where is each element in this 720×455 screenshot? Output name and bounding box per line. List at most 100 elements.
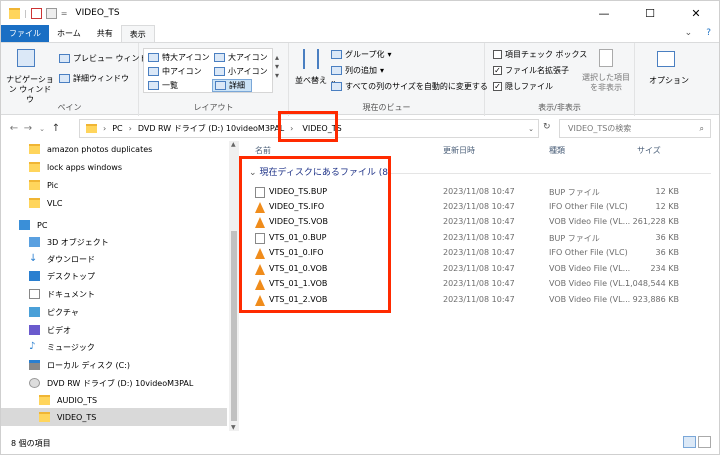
ribbon-collapse-icon[interactable]: ⌄ xyxy=(679,25,699,42)
nav-item-local-disk[interactable]: ローカル ディスク (C:) xyxy=(1,356,130,374)
new-folder-icon[interactable] xyxy=(45,7,57,19)
nav-scrollbar[interactable]: ▲ ▼ xyxy=(229,141,239,431)
search-icon: ⌕ xyxy=(699,123,704,133)
nav-item-video-ts[interactable]: VIDEO_TS xyxy=(1,408,227,426)
navigation-pane-icon xyxy=(17,49,35,67)
disk-icon xyxy=(29,360,40,370)
nav-item-pic[interactable]: Pic xyxy=(1,176,58,194)
explorer-window: | = VIDEO_TS — ☐ ✕ ファイル ホーム 共有 表示 ⌄ ? ナビ… xyxy=(0,0,720,455)
nav-item-documents[interactable]: ドキュメント xyxy=(1,285,95,303)
nav-scrollbar-thumb[interactable] xyxy=(231,231,237,421)
group-by-button[interactable]: グループ化 ▾ xyxy=(331,49,392,60)
details-pane-button[interactable]: 詳細ウィンドウ xyxy=(59,73,129,84)
options-group: オプション xyxy=(635,43,699,116)
navigation-pane-button[interactable]: ナビゲーション ウィンドウ xyxy=(5,75,55,105)
desktop-icon xyxy=(29,271,40,281)
chevron-right-icon: › xyxy=(103,124,107,133)
nav-item-vlc[interactable]: VLC xyxy=(1,194,63,212)
scroll-down-icon[interactable]: ▼ xyxy=(231,424,236,431)
properties-icon[interactable] xyxy=(30,7,42,19)
details-pane-icon xyxy=(59,74,70,83)
medium-icons-icon xyxy=(148,67,159,76)
checkbox-checked[interactable]: ✓ xyxy=(493,66,502,75)
pane-group: ナビゲーション ウィンドウ プレビュー ウィンドウ 詳細ウィンドウ ペイン xyxy=(1,43,156,116)
nav-item-videos[interactable]: ビデオ xyxy=(1,321,71,339)
options-button[interactable]: オプション xyxy=(649,75,689,86)
refresh-icon[interactable]: ↻ xyxy=(543,122,551,132)
forward-icon[interactable]: → xyxy=(21,123,35,134)
tab-home[interactable]: ホーム xyxy=(49,25,89,42)
layout-medium[interactable]: 中アイコン xyxy=(148,66,202,77)
layout-gallery: 特大アイコン 大アイコン 中アイコン 小アイコン 一覧 詳細 xyxy=(143,48,273,93)
layout-details[interactable]: 詳細 xyxy=(212,79,252,92)
minimize-button[interactable]: — xyxy=(581,1,627,25)
pane-group-label: ペイン xyxy=(57,103,82,112)
navigation-pane: amazon photos duplicates lock apps windo… xyxy=(1,141,229,431)
search-input[interactable]: VIDEO_TSの検索 ⌕ xyxy=(559,119,711,138)
recent-locations-icon[interactable]: ⌄ xyxy=(35,125,49,133)
nav-item-audio-ts[interactable]: AUDIO_TS xyxy=(1,391,97,409)
dvd-icon xyxy=(29,378,40,388)
help-icon[interactable]: ? xyxy=(698,25,719,42)
address-toolbar: ← → ⌄ ↑ › PC › DVD RW ドライブ (D:) 10videoM… xyxy=(1,118,719,139)
layout-small[interactable]: 小アイコン xyxy=(214,66,268,77)
autosize-icon xyxy=(331,82,342,91)
folder-icon xyxy=(29,180,40,190)
layout-scroll-icon[interactable]: ▴ ▾ ▾ xyxy=(275,53,279,80)
current-view-group: 並べ替え ⌄ グループ化 ▾ 列の追加 ▾ すべての列のサイズを自動的に変更する 現在… xyxy=(289,43,488,116)
nav-item-lock-apps[interactable]: lock apps windows xyxy=(1,158,122,176)
up-icon[interactable]: ↑ xyxy=(49,123,63,134)
hidden-files-toggle[interactable]: ✓ 隠しファイル xyxy=(493,81,553,92)
ribbon-tabs: ファイル ホーム 共有 表示 ⌄ ? xyxy=(1,25,719,42)
highlight-address-annotation xyxy=(278,111,338,142)
list-icon xyxy=(148,81,159,90)
tab-file[interactable]: ファイル xyxy=(1,25,49,42)
close-button[interactable]: ✕ xyxy=(673,1,719,25)
folder-icon xyxy=(29,162,40,172)
nav-item-dvd-drive[interactable]: DVD RW ドライブ (D:) 10videoM3PAL xyxy=(1,374,193,392)
column-type[interactable]: 種類 xyxy=(549,145,565,156)
add-column-button[interactable]: 列の追加 ▾ xyxy=(331,65,384,76)
layout-group-label: レイアウト xyxy=(193,103,234,112)
large-icons-view-icon[interactable] xyxy=(698,436,711,448)
download-icon: ↓ xyxy=(29,253,38,264)
folder-icon xyxy=(39,412,50,422)
file-extension-toggle[interactable]: ✓ ファイル名拡張子 xyxy=(493,65,569,76)
separator: | xyxy=(24,8,27,18)
nav-item-pc[interactable]: PC xyxy=(1,216,47,234)
autosize-columns-button[interactable]: すべての列のサイズを自動的に変更する xyxy=(331,81,488,92)
maximize-button[interactable]: ☐ xyxy=(627,1,673,25)
nav-item-amazon-photos[interactable]: amazon photos duplicates xyxy=(1,141,152,158)
group-icon xyxy=(331,50,342,59)
breadcrumb-dvd[interactable]: DVD RW ドライブ (D:) 10videoM3PAL xyxy=(138,123,284,134)
3d-objects-icon xyxy=(29,237,40,247)
column-size[interactable]: サイズ xyxy=(637,145,661,156)
address-dropdown-icon[interactable]: ⌄ xyxy=(528,125,534,133)
tab-share[interactable]: 共有 xyxy=(89,25,121,42)
column-date[interactable]: 更新日時 xyxy=(443,145,475,156)
chevron-right-icon: › xyxy=(128,124,132,133)
layout-large[interactable]: 大アイコン xyxy=(214,52,268,63)
layout-group: 特大アイコン 大アイコン 中アイコン 小アイコン 一覧 詳細 ▴ ▾ ▾ レイアウト xyxy=(139,43,289,116)
quick-access-toolbar: | = xyxy=(9,7,68,19)
nav-item-desktop[interactable]: デスクトップ xyxy=(1,267,95,285)
tab-view[interactable]: 表示 xyxy=(120,25,155,42)
layout-list[interactable]: 一覧 xyxy=(148,80,178,91)
layout-extra-large[interactable]: 特大アイコン xyxy=(148,52,210,63)
title-bar: | = VIDEO_TS — ☐ ✕ xyxy=(1,1,719,25)
checkbox-unchecked[interactable] xyxy=(493,50,502,59)
customize-toolbar-icon[interactable]: = xyxy=(61,9,68,18)
details-view-icon[interactable] xyxy=(683,436,696,448)
nav-item-downloads[interactable]: ↓ ダウンロード xyxy=(1,250,95,268)
scroll-up-icon[interactable]: ▲ xyxy=(231,141,236,148)
nav-item-music[interactable]: ♪ ミュージック xyxy=(1,338,95,356)
nav-item-pictures[interactable]: ピクチャ xyxy=(1,303,79,321)
hide-selected-button[interactable]: 選択した項目を非表示 xyxy=(579,73,633,93)
breadcrumb-pc[interactable]: PC xyxy=(112,124,122,133)
item-checkbox-toggle[interactable]: 項目チェック ボックス xyxy=(493,49,587,60)
checkbox-checked[interactable]: ✓ xyxy=(493,82,502,91)
back-icon[interactable]: ← xyxy=(7,123,21,134)
column-name[interactable]: 名前 xyxy=(255,145,271,156)
view-toggle xyxy=(683,436,711,448)
nav-item-3d-objects[interactable]: 3D オブジェクト xyxy=(1,233,109,251)
